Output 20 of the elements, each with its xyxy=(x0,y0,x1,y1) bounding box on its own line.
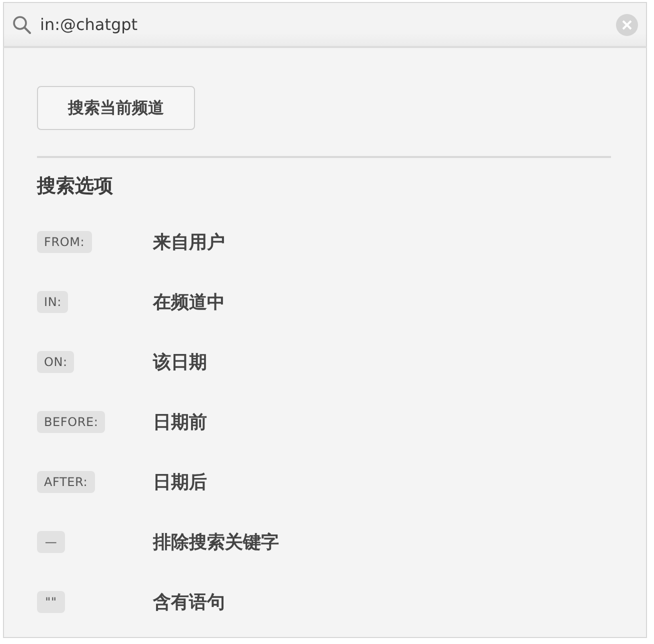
filter-tag[interactable]: ON: xyxy=(37,351,74,373)
search-icon xyxy=(12,14,32,34)
search-channel-button[interactable]: 搜索当前频道 xyxy=(37,86,195,130)
filter-tag[interactable]: IN: xyxy=(37,291,68,313)
section-title: 搜索选项 xyxy=(37,174,114,199)
option-label[interactable]: 日期前 xyxy=(153,410,207,434)
option-label[interactable]: 排除搜索关键字 xyxy=(153,530,279,554)
filter-tag[interactable]: BEFORE: xyxy=(37,411,106,433)
filter-tag[interactable]: — xyxy=(37,531,65,553)
search-bar[interactable]: in:@chatgpt xyxy=(3,2,647,48)
option-label[interactable]: 该日期 xyxy=(153,350,207,374)
option-label[interactable]: 在频道中 xyxy=(153,290,225,314)
option-label[interactable]: 含有语句 xyxy=(153,590,225,614)
filter-tag[interactable]: AFTER: xyxy=(37,471,95,493)
search-field[interactable]: in:@chatgpt xyxy=(40,10,608,38)
clear-icon[interactable] xyxy=(616,14,638,36)
filter-tag[interactable]: FROM: xyxy=(37,231,92,253)
option-label[interactable]: 日期后 xyxy=(153,470,207,494)
filter-tag[interactable]: "" xyxy=(37,591,65,613)
option-label[interactable]: 来自用户 xyxy=(153,230,225,254)
